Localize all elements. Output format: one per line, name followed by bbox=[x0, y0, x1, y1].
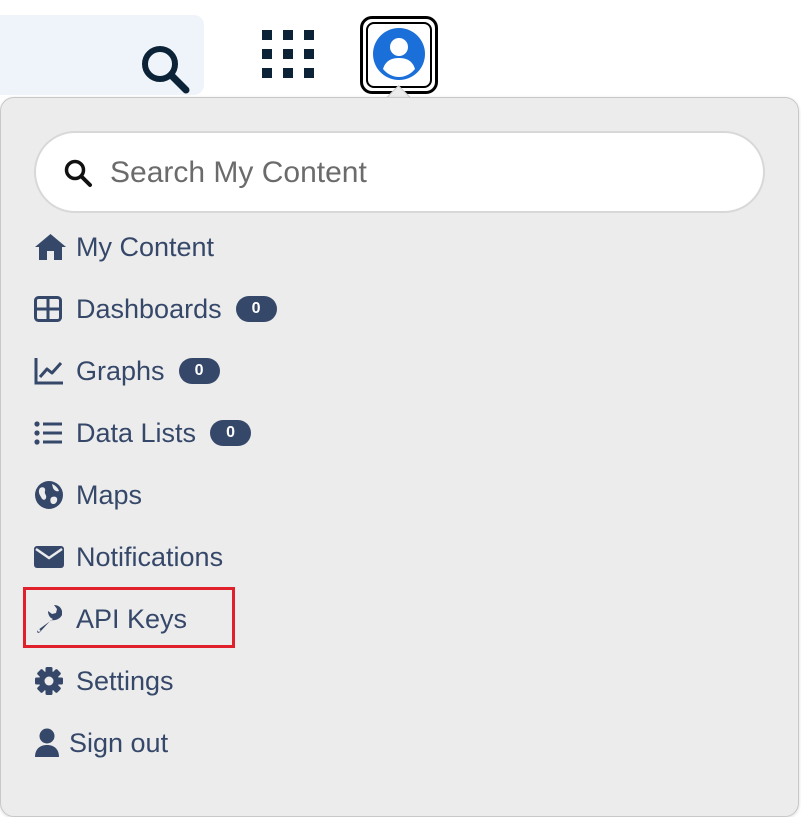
line-chart-icon bbox=[34, 354, 68, 388]
menu-item-label: Settings bbox=[76, 665, 174, 696]
menu-item-notifications[interactable]: Notifications bbox=[34, 532, 223, 582]
search-icon bbox=[64, 159, 92, 187]
count-badge: 0 bbox=[210, 420, 252, 446]
list-icon bbox=[34, 416, 68, 450]
menu-item-sign-out[interactable]: Sign out bbox=[34, 718, 168, 768]
user-dropdown-menu: My Content Dashboards 0 Graphs 0 Data Li… bbox=[0, 97, 799, 817]
menu-item-data-lists[interactable]: Data Lists 0 bbox=[34, 408, 252, 458]
menu-item-dashboards[interactable]: Dashboards 0 bbox=[34, 284, 277, 334]
menu-item-label: Maps bbox=[76, 479, 143, 510]
globe-icon bbox=[34, 478, 68, 512]
envelope-icon bbox=[34, 540, 68, 574]
count-badge: 0 bbox=[235, 296, 277, 322]
menu-item-maps[interactable]: Maps bbox=[34, 470, 142, 520]
wrench-icon bbox=[34, 602, 68, 636]
content-search-input[interactable] bbox=[108, 143, 732, 203]
menu-item-settings[interactable]: Settings bbox=[34, 656, 174, 706]
table-grid-icon bbox=[34, 292, 68, 326]
gear-icon bbox=[34, 664, 68, 698]
content-search-box[interactable] bbox=[34, 131, 765, 213]
user-circle-icon bbox=[373, 28, 425, 80]
apps-button[interactable] bbox=[262, 30, 316, 80]
menu-item-label: Dashboards bbox=[76, 293, 222, 324]
grid-icon bbox=[262, 30, 314, 78]
menu-item-label: Data Lists bbox=[76, 417, 197, 448]
search-icon bbox=[142, 46, 190, 94]
menu-item-label: My Content bbox=[76, 231, 215, 262]
user-menu-button[interactable] bbox=[360, 16, 438, 94]
count-badge: 0 bbox=[178, 358, 220, 384]
menu-item-label: API Keys bbox=[76, 603, 188, 634]
menu-item-api-keys[interactable]: API Keys bbox=[34, 594, 187, 644]
menu-item-label: Graphs bbox=[76, 355, 165, 386]
menu-item-graphs[interactable]: Graphs 0 bbox=[34, 346, 220, 396]
global-search-button[interactable] bbox=[0, 15, 204, 95]
menu-item-label: Sign out bbox=[69, 727, 169, 758]
menu-item-my-content[interactable]: My Content bbox=[34, 222, 214, 272]
home-icon bbox=[34, 230, 68, 264]
menu-item-label: Notifications bbox=[76, 541, 224, 572]
user-icon bbox=[34, 726, 64, 760]
